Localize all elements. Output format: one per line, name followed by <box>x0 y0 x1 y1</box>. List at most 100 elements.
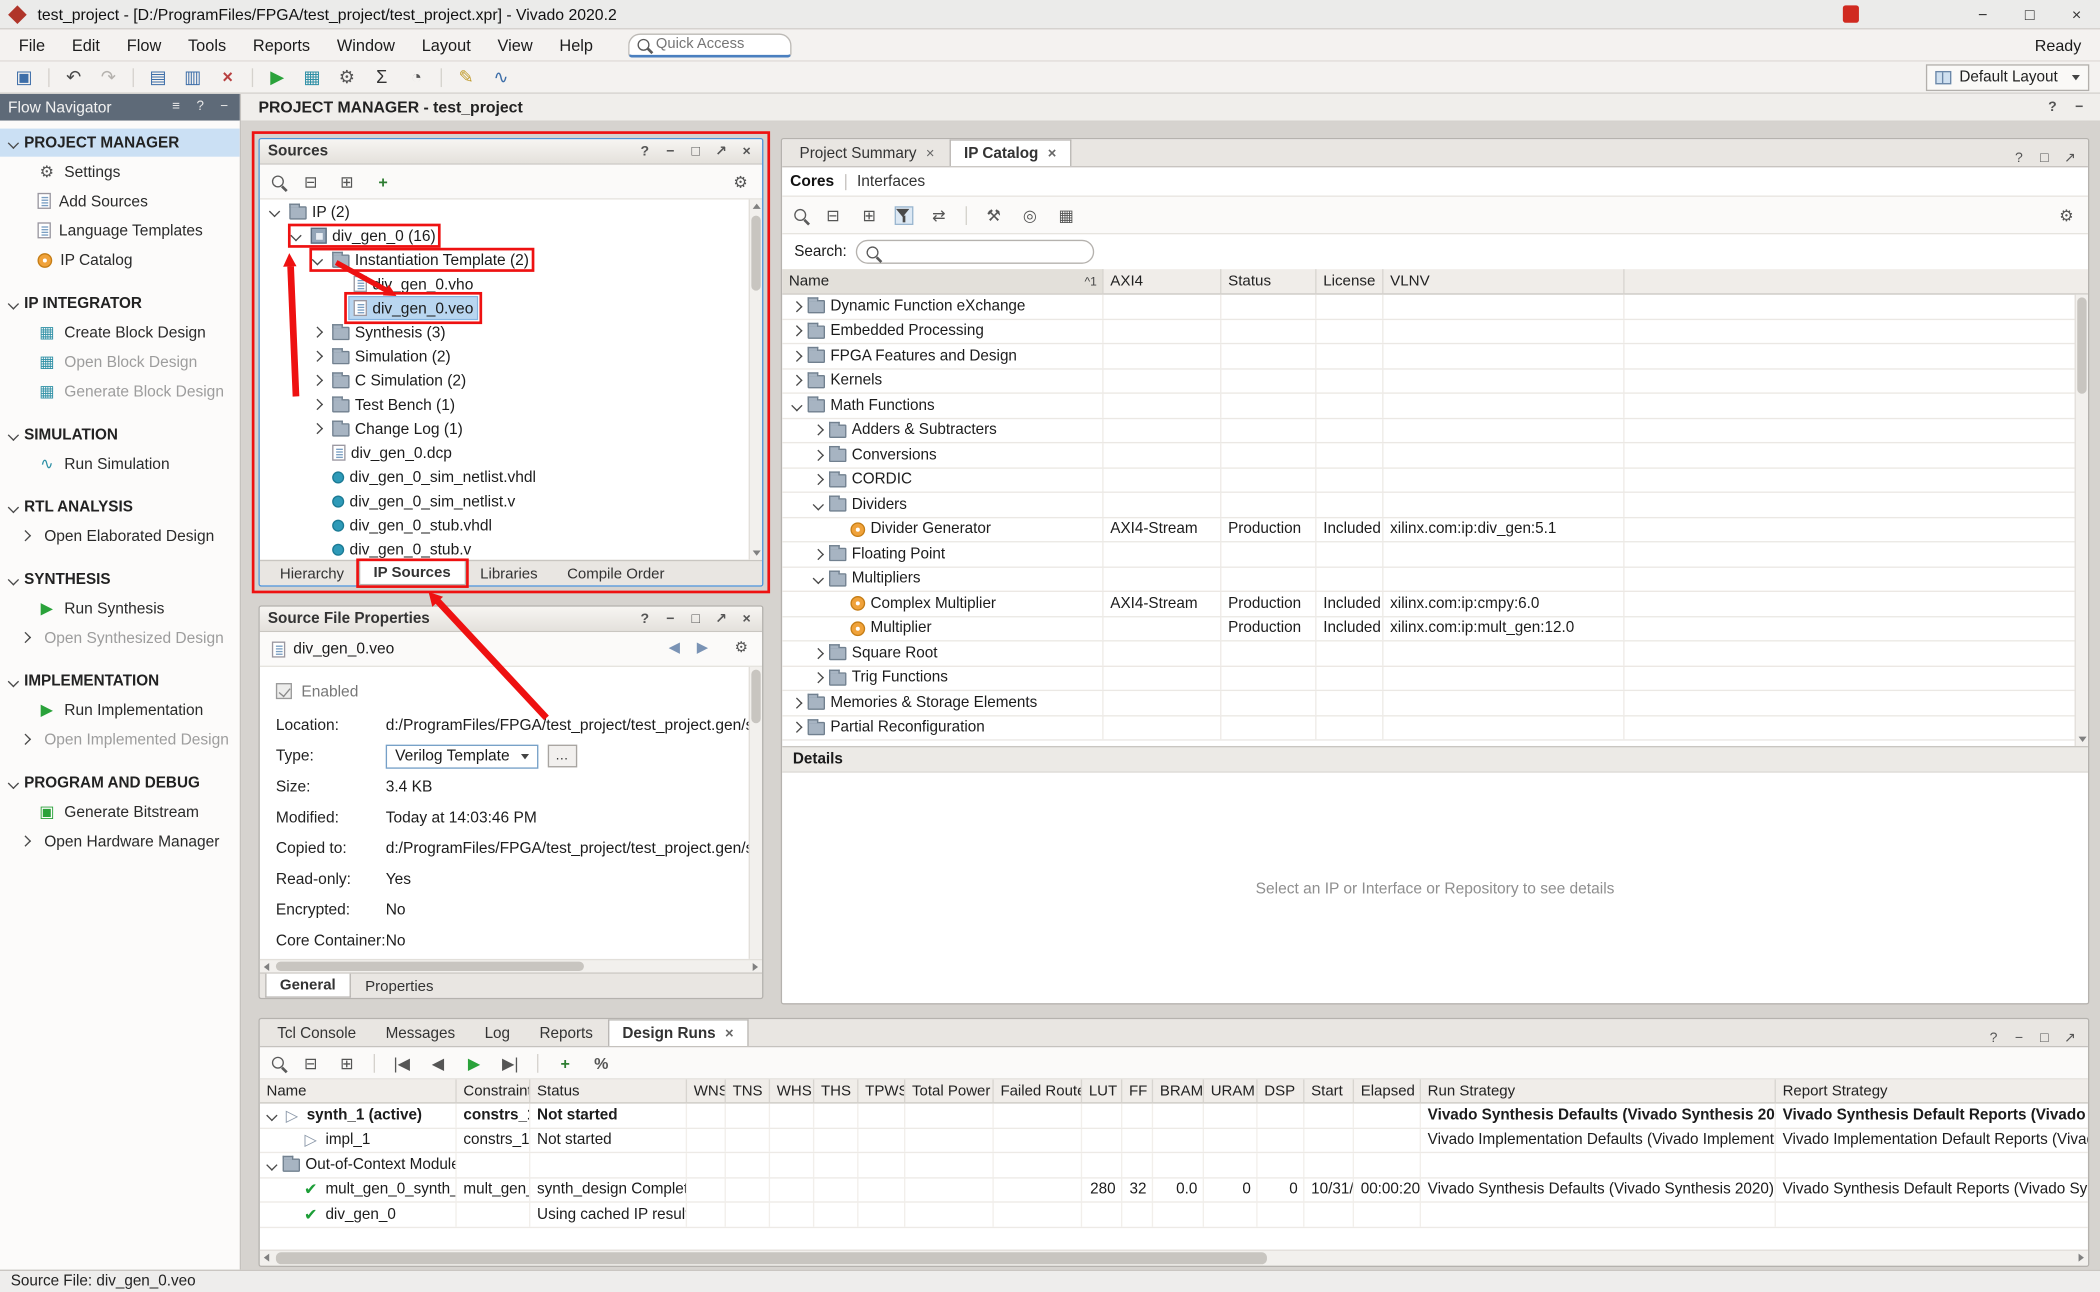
chevron-right-icon[interactable] <box>20 734 31 745</box>
maximize-icon[interactable]: □ <box>2006 0 2053 29</box>
help-icon[interactable]: ? <box>1986 1031 2001 1046</box>
menu-icon[interactable]: ≡ <box>169 100 184 115</box>
scrollbar-thumb[interactable] <box>276 962 584 971</box>
save-icon[interactable]: ▣ <box>13 66 34 87</box>
column-header-name[interactable]: Name^1 <box>782 269 1103 293</box>
tab-close-icon[interactable]: × <box>926 145 935 161</box>
minimize-icon[interactable]: − <box>663 611 678 626</box>
minimize-icon[interactable]: − <box>2072 100 2087 115</box>
tab-interfaces[interactable]: Interfaces <box>857 173 925 190</box>
column-header-run-strategy[interactable]: Run Strategy <box>1421 1079 1776 1102</box>
tree-item-test-bench[interactable]: Test Bench (1) <box>260 392 762 416</box>
tree-item-div-gen-0-sim-netlist-vhdl[interactable]: div_gen_0_sim_netlist.vhdl <box>260 465 762 489</box>
maximize-icon[interactable]: □ <box>688 611 703 626</box>
chevron-down-icon[interactable] <box>8 137 19 148</box>
catalog-row-kernels[interactable]: Kernels <box>782 369 2088 394</box>
run-row-out-of-context-module-runs[interactable]: Out-of-Context Module Runs <box>260 1153 2088 1178</box>
tree-item-div-gen-0-stub-v[interactable]: div_gen_0_stub.v <box>260 537 762 560</box>
quick-access-input[interactable] <box>656 36 774 52</box>
column-header-failed-routes[interactable]: Failed Routes <box>994 1079 1082 1102</box>
chevron-right-icon[interactable] <box>813 672 824 683</box>
scrollbar-thumb[interactable] <box>276 1252 1267 1264</box>
sidebar-item-language-templates[interactable]: Language Templates <box>0 216 240 245</box>
tab-project-summary[interactable]: Project Summary× <box>785 139 949 166</box>
catalog-search-input[interactable] <box>887 244 1061 260</box>
tab-log[interactable]: Log <box>470 1019 525 1046</box>
tree-item-ip[interactable]: IP (2) <box>260 200 762 224</box>
catalog-row-memories-storage-elements[interactable]: Memories & Storage Elements <box>782 691 2088 716</box>
chevron-right-icon[interactable] <box>791 375 802 386</box>
sidebar-item-settings[interactable]: ⚙Settings <box>0 157 240 186</box>
scrollbar-thumb[interactable] <box>751 670 760 724</box>
menu-help[interactable]: Help <box>546 35 606 54</box>
tree-item-div-gen-0-vho[interactable]: div_gen_0.vho <box>260 272 762 296</box>
column-header-ths[interactable]: THS <box>814 1079 858 1102</box>
chevron-right-icon[interactable] <box>813 449 824 460</box>
menu-view[interactable]: View <box>484 35 546 54</box>
type-dropdown[interactable]: Verilog Template <box>386 744 538 768</box>
maximize-icon[interactable]: □ <box>688 144 703 159</box>
minimize-icon[interactable]: − <box>217 100 232 115</box>
play-run-icon[interactable]: ▶ <box>465 1053 484 1072</box>
sidebar-section-program-and-debug[interactable]: PROGRAM AND DEBUG <box>0 769 240 797</box>
sources-vertical-scrollbar[interactable] <box>749 200 762 560</box>
step-first-icon[interactable]: |◀ <box>392 1053 411 1072</box>
sidebar-item-open-synthesized-design[interactable]: Open Synthesized Design <box>0 623 240 652</box>
tree-item-c-simulation[interactable]: C Simulation (2) <box>260 368 762 392</box>
help-icon[interactable]: ? <box>2012 151 2027 166</box>
column-header-total-power[interactable]: Total Power <box>905 1079 993 1102</box>
chevron-down-icon[interactable] <box>8 675 19 686</box>
scroll-up-icon[interactable] <box>753 204 761 209</box>
catalog-row-partial-reconfiguration[interactable]: Partial Reconfiguration <box>782 716 2088 741</box>
chevron-down-icon[interactable] <box>8 501 19 512</box>
chevron-down-icon[interactable] <box>266 1110 277 1121</box>
menu-reports[interactable]: Reports <box>240 35 324 54</box>
chevron-right-icon[interactable] <box>791 722 802 733</box>
chevron-right-icon[interactable] <box>813 648 824 659</box>
grid-icon[interactable]: ▦ <box>1057 206 1076 225</box>
catalog-vertical-scrollbar[interactable] <box>2075 295 2088 746</box>
properties-horizontal-scrollbar[interactable] <box>260 959 762 972</box>
percent-icon[interactable]: % <box>592 1053 611 1072</box>
column-header-start[interactable]: Start <box>1304 1079 1354 1102</box>
catalog-row-multiplier[interactable]: MultiplierProductionIncludedxilinx.com:i… <box>782 617 2088 642</box>
tree-item-simulation[interactable]: Simulation (2) <box>260 344 762 368</box>
chevron-right-icon[interactable] <box>791 325 802 336</box>
wrench-icon[interactable]: ⚒ <box>984 206 1003 225</box>
sidebar-item-run-implementation[interactable]: ▶Run Implementation <box>0 695 240 724</box>
catalog-row-divider-generator[interactable]: Divider GeneratorAXI4-StreamProductionIn… <box>782 518 2088 543</box>
undo-icon[interactable]: ↶ <box>63 66 84 87</box>
tab-properties[interactable]: Properties <box>350 974 448 998</box>
sidebar-section-project-manager[interactable]: PROJECT MANAGER <box>0 129 240 157</box>
chevron-right-icon[interactable] <box>312 423 323 434</box>
chevron-right-icon[interactable] <box>813 548 824 559</box>
scroll-down-icon[interactable] <box>2079 737 2087 742</box>
chevron-right-icon[interactable] <box>813 474 824 485</box>
copy-icon[interactable]: ▥ <box>182 66 203 87</box>
tab-ip-catalog[interactable]: IP Catalog× <box>949 139 1071 166</box>
chevron-right-icon[interactable] <box>20 530 31 541</box>
help-icon[interactable]: ? <box>638 144 653 159</box>
help-icon[interactable]: ? <box>2045 100 2060 115</box>
collapse-all-icon[interactable]: ⊟ <box>301 1053 320 1072</box>
column-header-vlnv[interactable]: VLNV <box>1383 269 1624 293</box>
column-header-report-strategy[interactable]: Report Strategy <box>1776 1079 2089 1102</box>
menu-edit[interactable]: Edit <box>58 35 113 54</box>
tree-item-div-gen-0-stub-vhdl[interactable]: div_gen_0_stub.vhdl <box>260 513 762 537</box>
float-icon[interactable]: ↗ <box>2063 1031 2078 1046</box>
add-icon[interactable]: + <box>374 172 393 191</box>
catalog-search-box[interactable] <box>856 240 1094 264</box>
filter-icon[interactable] <box>896 207 912 223</box>
quick-access-search[interactable] <box>628 33 791 57</box>
sidebar-section-rtl-analysis[interactable]: RTL ANALYSIS <box>0 493 240 521</box>
tree-item-change-log[interactable]: Change Log (1) <box>260 417 762 441</box>
chevron-right-icon[interactable] <box>312 351 323 362</box>
menu-tools[interactable]: Tools <box>175 35 240 54</box>
tab-cores[interactable]: Cores <box>790 173 834 190</box>
menu-layout[interactable]: Layout <box>408 35 484 54</box>
column-header-tns[interactable]: TNS <box>726 1079 770 1102</box>
chevron-down-icon[interactable] <box>813 573 824 584</box>
minimize-icon[interactable]: − <box>1959 0 2006 29</box>
catalog-row-multipliers[interactable]: Multipliers <box>782 567 2088 592</box>
tab-compile-order[interactable]: Compile Order <box>552 561 679 585</box>
